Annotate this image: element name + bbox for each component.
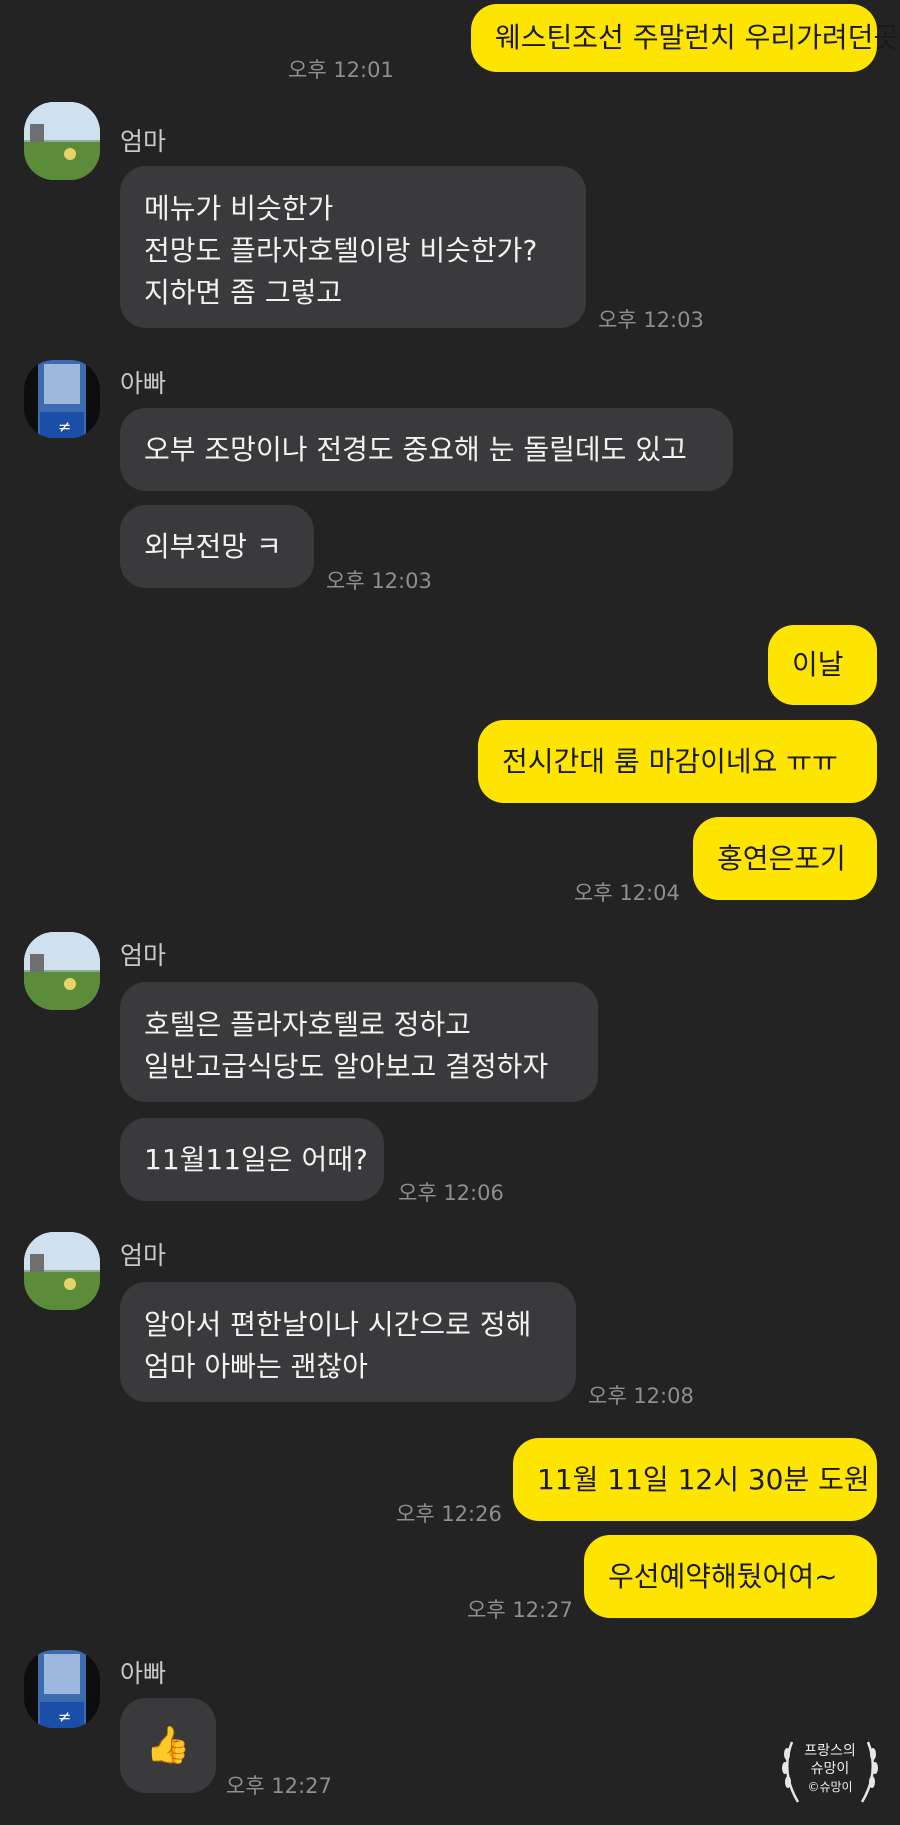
sender-name: 아빠 xyxy=(120,1659,167,1688)
other-message-bubble[interactable]: 👍 xyxy=(120,1698,216,1793)
building-photo-icon: ≠ xyxy=(38,360,86,438)
message-line: 메뉴가 비슷한가 xyxy=(144,192,334,225)
message-line: 일반고급식당도 알아보고 결정하자 xyxy=(144,1050,549,1083)
avatar-dad[interactable]: ≠ xyxy=(24,360,100,438)
message-timestamp: 오후 12:27 xyxy=(226,1774,332,1798)
avatar-dad[interactable]: ≠ xyxy=(24,1650,100,1728)
my-message-bubble[interactable]: 11월 11일 12시 30분 도원 xyxy=(513,1438,877,1521)
landscape-photo-icon xyxy=(24,932,100,1010)
message-line: 엄마 아빠는 괜찮아 xyxy=(144,1350,368,1383)
watermark-line: ©슈망이 xyxy=(807,1780,853,1794)
other-message-bubble[interactable]: 호텔은 플라자호텔로 정하고 일반고급식당도 알아보고 결정하자 xyxy=(120,982,598,1102)
message-line: 지하면 좀 그렇고 xyxy=(144,276,343,309)
other-message-bubble[interactable]: 11월11일은 어때? xyxy=(120,1118,384,1201)
sender-name: 엄마 xyxy=(120,1241,167,1270)
message-timestamp: 오후 12:03 xyxy=(598,308,704,332)
message-timestamp: 오후 12:03 xyxy=(326,569,432,593)
other-message-bubble[interactable]: 알아서 편한날이나 시간으로 정해 엄마 아빠는 괜찮아 xyxy=(120,1282,576,1402)
sender-name: 엄마 xyxy=(120,941,167,970)
landscape-photo-icon xyxy=(24,1232,100,1310)
message-line: 호텔은 플라자호텔로 정하고 xyxy=(144,1008,471,1041)
watermark-line: 슈망이 xyxy=(810,1761,850,1777)
my-message-bubble[interactable]: 전시간대 룸 마감이네요 ㅠㅠ xyxy=(478,720,877,803)
watermark-line: 프랑스의 xyxy=(804,1743,856,1759)
my-message-bubble[interactable]: 우선예약해뒀어여~ xyxy=(584,1535,877,1618)
avatar-mom[interactable] xyxy=(24,102,100,180)
avatar-mom[interactable] xyxy=(24,1232,100,1310)
message-timestamp: 오후 12:08 xyxy=(588,1384,694,1408)
my-message-bubble[interactable]: 홍연은포기 xyxy=(693,817,877,900)
my-message-bubble[interactable]: 이날 xyxy=(768,625,877,705)
building-photo-icon: ≠ xyxy=(38,1650,86,1728)
message-timestamp: 오후 12:27 xyxy=(467,1598,573,1622)
svg-text:≠: ≠ xyxy=(58,1707,71,1726)
sender-name: 엄마 xyxy=(120,127,167,156)
other-message-bubble[interactable]: 메뉴가 비슷한가 전망도 플라자호텔이랑 비슷한가? 지하면 좀 그렇고 xyxy=(120,166,586,328)
other-message-bubble[interactable]: 외부전망 ㅋ xyxy=(120,505,314,588)
message-line: 알아서 편한날이나 시간으로 정해 xyxy=(144,1308,532,1341)
watermark: 프랑스의 슈망이 ©슈망이 xyxy=(778,1736,882,1808)
message-timestamp: 오후 12:01 xyxy=(288,58,394,82)
sender-name: 아빠 xyxy=(120,369,167,398)
avatar-mom[interactable] xyxy=(24,932,100,1010)
other-message-bubble[interactable]: 오부 조망이나 전경도 중요해 눈 돌릴데도 있고 xyxy=(120,408,733,491)
message-timestamp: 오후 12:26 xyxy=(396,1502,502,1526)
landscape-photo-icon xyxy=(24,102,100,180)
my-message-bubble[interactable]: 웨스틴조선 주말런치 우리가려던곳 xyxy=(471,4,899,72)
svg-text:≠: ≠ xyxy=(58,417,71,436)
message-timestamp: 오후 12:06 xyxy=(398,1181,504,1205)
message-timestamp: 오후 12:04 xyxy=(574,881,680,905)
message-line: 전망도 플라자호텔이랑 비슷한가? xyxy=(144,234,538,267)
